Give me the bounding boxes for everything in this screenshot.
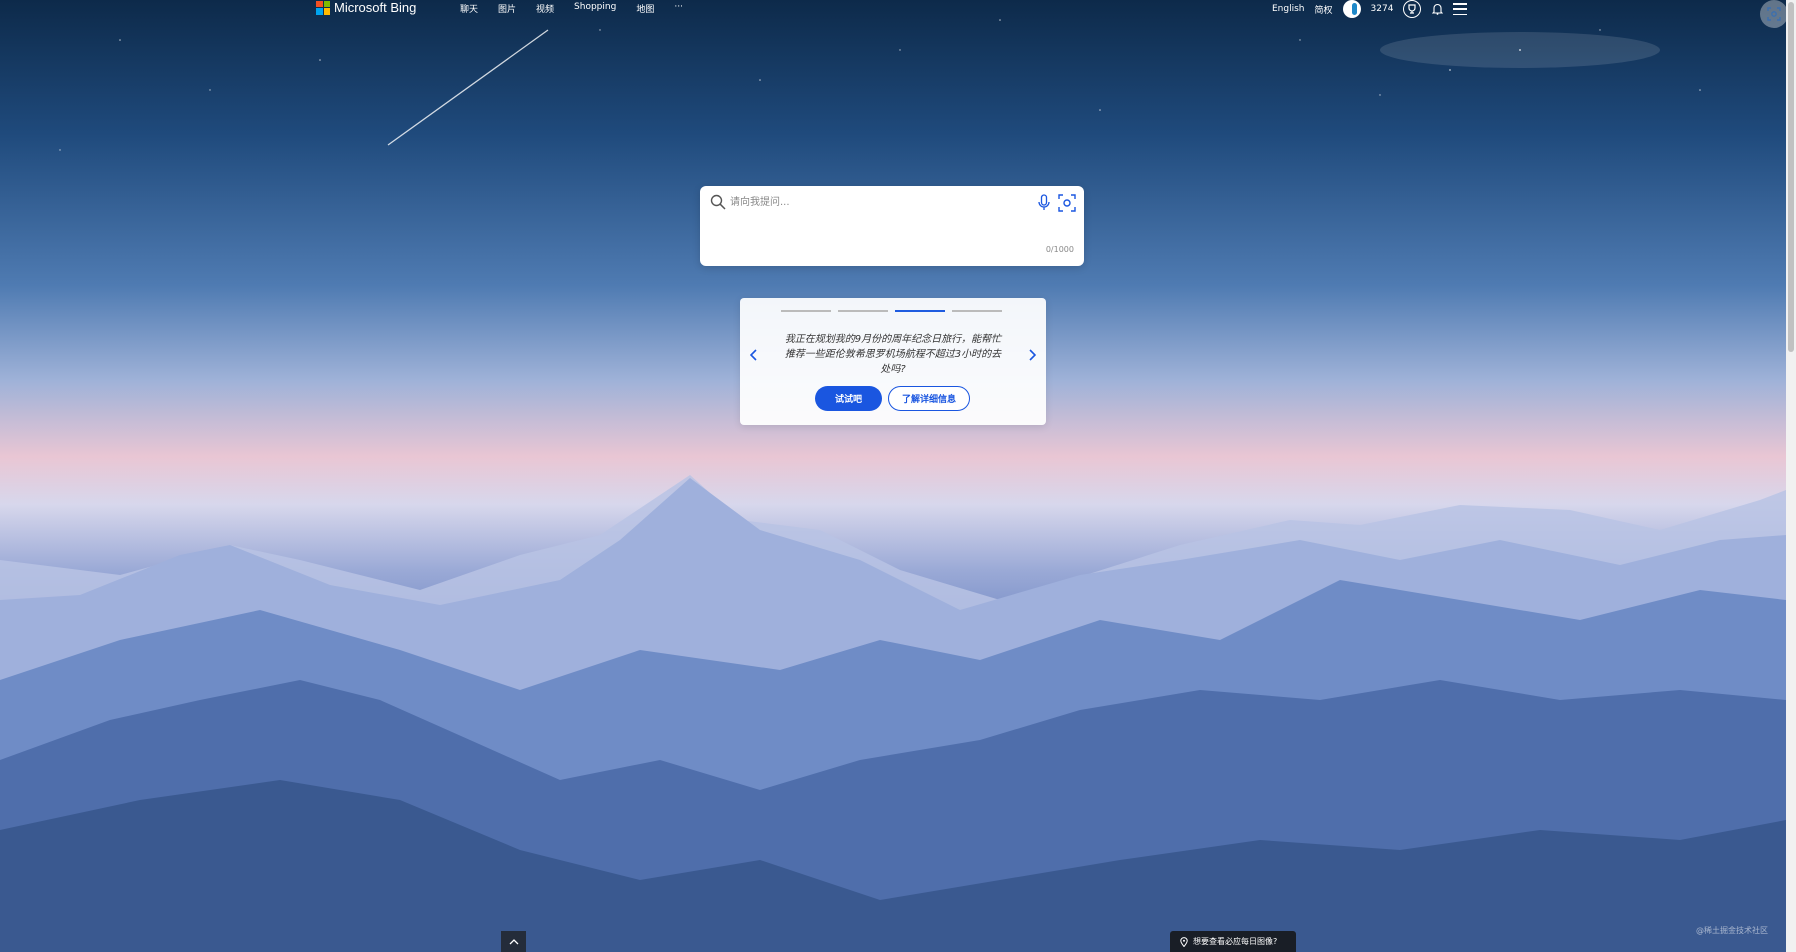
scroll-up-button[interactable] <box>501 931 526 952</box>
visual-search-corner-icon[interactable] <box>1760 0 1788 28</box>
character-counter: 0/1000 <box>1045 245 1074 254</box>
header-tools: English 简权 3274 <box>1272 0 1468 18</box>
main-nav: 聊天 图片 视频 Shopping 地图 ··· <box>460 2 683 15</box>
scrollbar-thumb[interactable] <box>1788 2 1794 352</box>
microphone-icon[interactable] <box>1036 194 1052 212</box>
prompt-carousel: 我正在规划我的9月份的周年纪念日旅行，能帮忙推荐一些距伦敦希思罗机场航程不超过3… <box>740 298 1046 425</box>
chevron-up-icon <box>509 938 518 944</box>
mountain-scenery <box>0 19 1786 952</box>
rewards-points[interactable]: 3274 <box>1371 4 1394 14</box>
chevron-right-icon <box>1029 349 1036 361</box>
carousel-dot-active[interactable] <box>895 310 945 312</box>
rewards-trophy-icon[interactable] <box>1403 0 1422 18</box>
daily-image-text: 想要查看必应每日图像? <box>1193 937 1278 946</box>
nav-item-chat[interactable]: 聊天 <box>460 2 478 15</box>
menu-icon[interactable] <box>1453 3 1468 15</box>
visual-search-icon[interactable] <box>1058 194 1076 212</box>
chevron-left-icon <box>750 349 757 361</box>
search-box: 0/1000 <box>700 186 1084 266</box>
learn-more-button[interactable]: 了解详细信息 <box>888 386 970 411</box>
carousel-indicator <box>781 310 1002 312</box>
brand-name: Microsoft Bing <box>334 0 417 15</box>
carousel-prev-button[interactable] <box>747 348 761 362</box>
microsoft-logo-icon <box>316 0 330 15</box>
notification-bell-icon[interactable] <box>1431 3 1443 15</box>
watermark: @稀土掘金技术社区 <box>1696 926 1768 935</box>
carousel-next-button[interactable] <box>1025 348 1039 362</box>
carousel-dot[interactable] <box>781 310 831 312</box>
bing-logo[interactable]: Microsoft Bing <box>316 0 416 15</box>
nav-item-images[interactable]: 图片 <box>498 2 516 15</box>
avatar[interactable] <box>1342 0 1361 18</box>
carousel-dot[interactable] <box>838 310 888 312</box>
carousel-dot[interactable] <box>952 310 1002 312</box>
nav-item-videos[interactable]: 视频 <box>536 2 554 15</box>
search-input[interactable] <box>730 194 1020 210</box>
nav-item-maps[interactable]: 地图 <box>636 2 654 15</box>
try-it-button[interactable]: 试试吧 <box>815 386 882 411</box>
search-icon <box>710 194 726 210</box>
nav-item-shopping[interactable]: Shopping <box>574 2 616 15</box>
language-link[interactable]: English <box>1272 4 1305 14</box>
location-pin-icon <box>1180 936 1188 947</box>
region-link[interactable]: 简权 <box>1315 3 1333 16</box>
page-scrollbar[interactable] <box>1786 0 1796 952</box>
top-bar: Microsoft Bing 聊天 图片 视频 Shopping 地图 ··· … <box>0 0 1796 28</box>
daily-image-prompt[interactable]: 想要查看必应每日图像? <box>1170 931 1296 952</box>
nav-more-button[interactable]: ··· <box>674 2 683 15</box>
carousel-prompt-text: 我正在规划我的9月份的周年纪念日旅行，能帮忙推荐一些距伦敦希思罗机场航程不超过3… <box>784 334 1002 375</box>
